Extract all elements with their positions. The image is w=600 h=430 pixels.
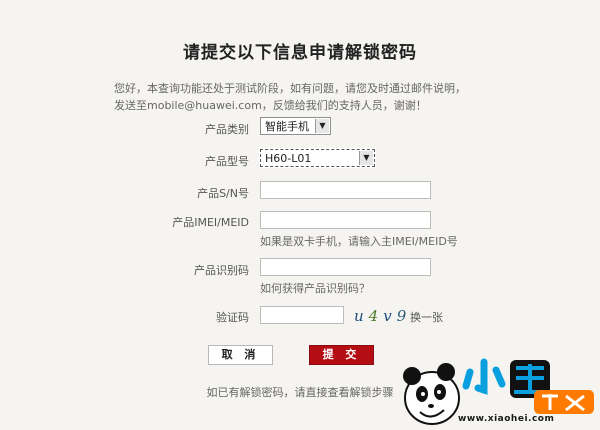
imei-label: 产品IMEI/MEID [172, 216, 249, 229]
product-id-label: 产品识别码 [194, 264, 249, 277]
cancel-button[interactable]: 取 消 [208, 345, 273, 365]
watermark-url: www.xiaohei.com [458, 414, 555, 424]
chevron-down-icon[interactable]: ▼ [315, 119, 329, 133]
model-value: H60-L01 [265, 152, 312, 165]
sn-label: 产品S/N号 [197, 187, 249, 200]
imei-input[interactable] [260, 211, 431, 229]
page-title: 请提交以下信息申请解锁密码 [183, 43, 417, 63]
captcha-label: 验证码 [216, 311, 249, 324]
sn-input[interactable] [260, 181, 431, 199]
captcha-image[interactable]: u4v9 [354, 307, 406, 325]
intro-text: 您好，本查询功能还处于测试阶段，如有问题，请您及时通过邮件说明，发送至mobil… [114, 82, 466, 112]
chevron-down-icon[interactable]: ▼ [359, 151, 373, 165]
captcha-input[interactable] [260, 306, 344, 324]
category-value: 智能手机 [265, 120, 309, 133]
imei-hint: 如果是双卡手机，请输入主IMEI/MEID号 [260, 235, 458, 248]
category-select[interactable]: 智能手机 ▼ [260, 117, 331, 135]
model-label: 产品型号 [205, 155, 249, 168]
product-id-help-link[interactable]: 如何获得产品识别码？ [260, 280, 370, 296]
category-label: 产品类别 [205, 123, 249, 136]
model-select[interactable]: H60-L01 ▼ [259, 148, 376, 168]
submit-button[interactable]: 提 交 [309, 345, 374, 365]
product-id-input[interactable] [260, 258, 431, 276]
captcha-refresh-link[interactable]: 换一张 [410, 309, 443, 325]
